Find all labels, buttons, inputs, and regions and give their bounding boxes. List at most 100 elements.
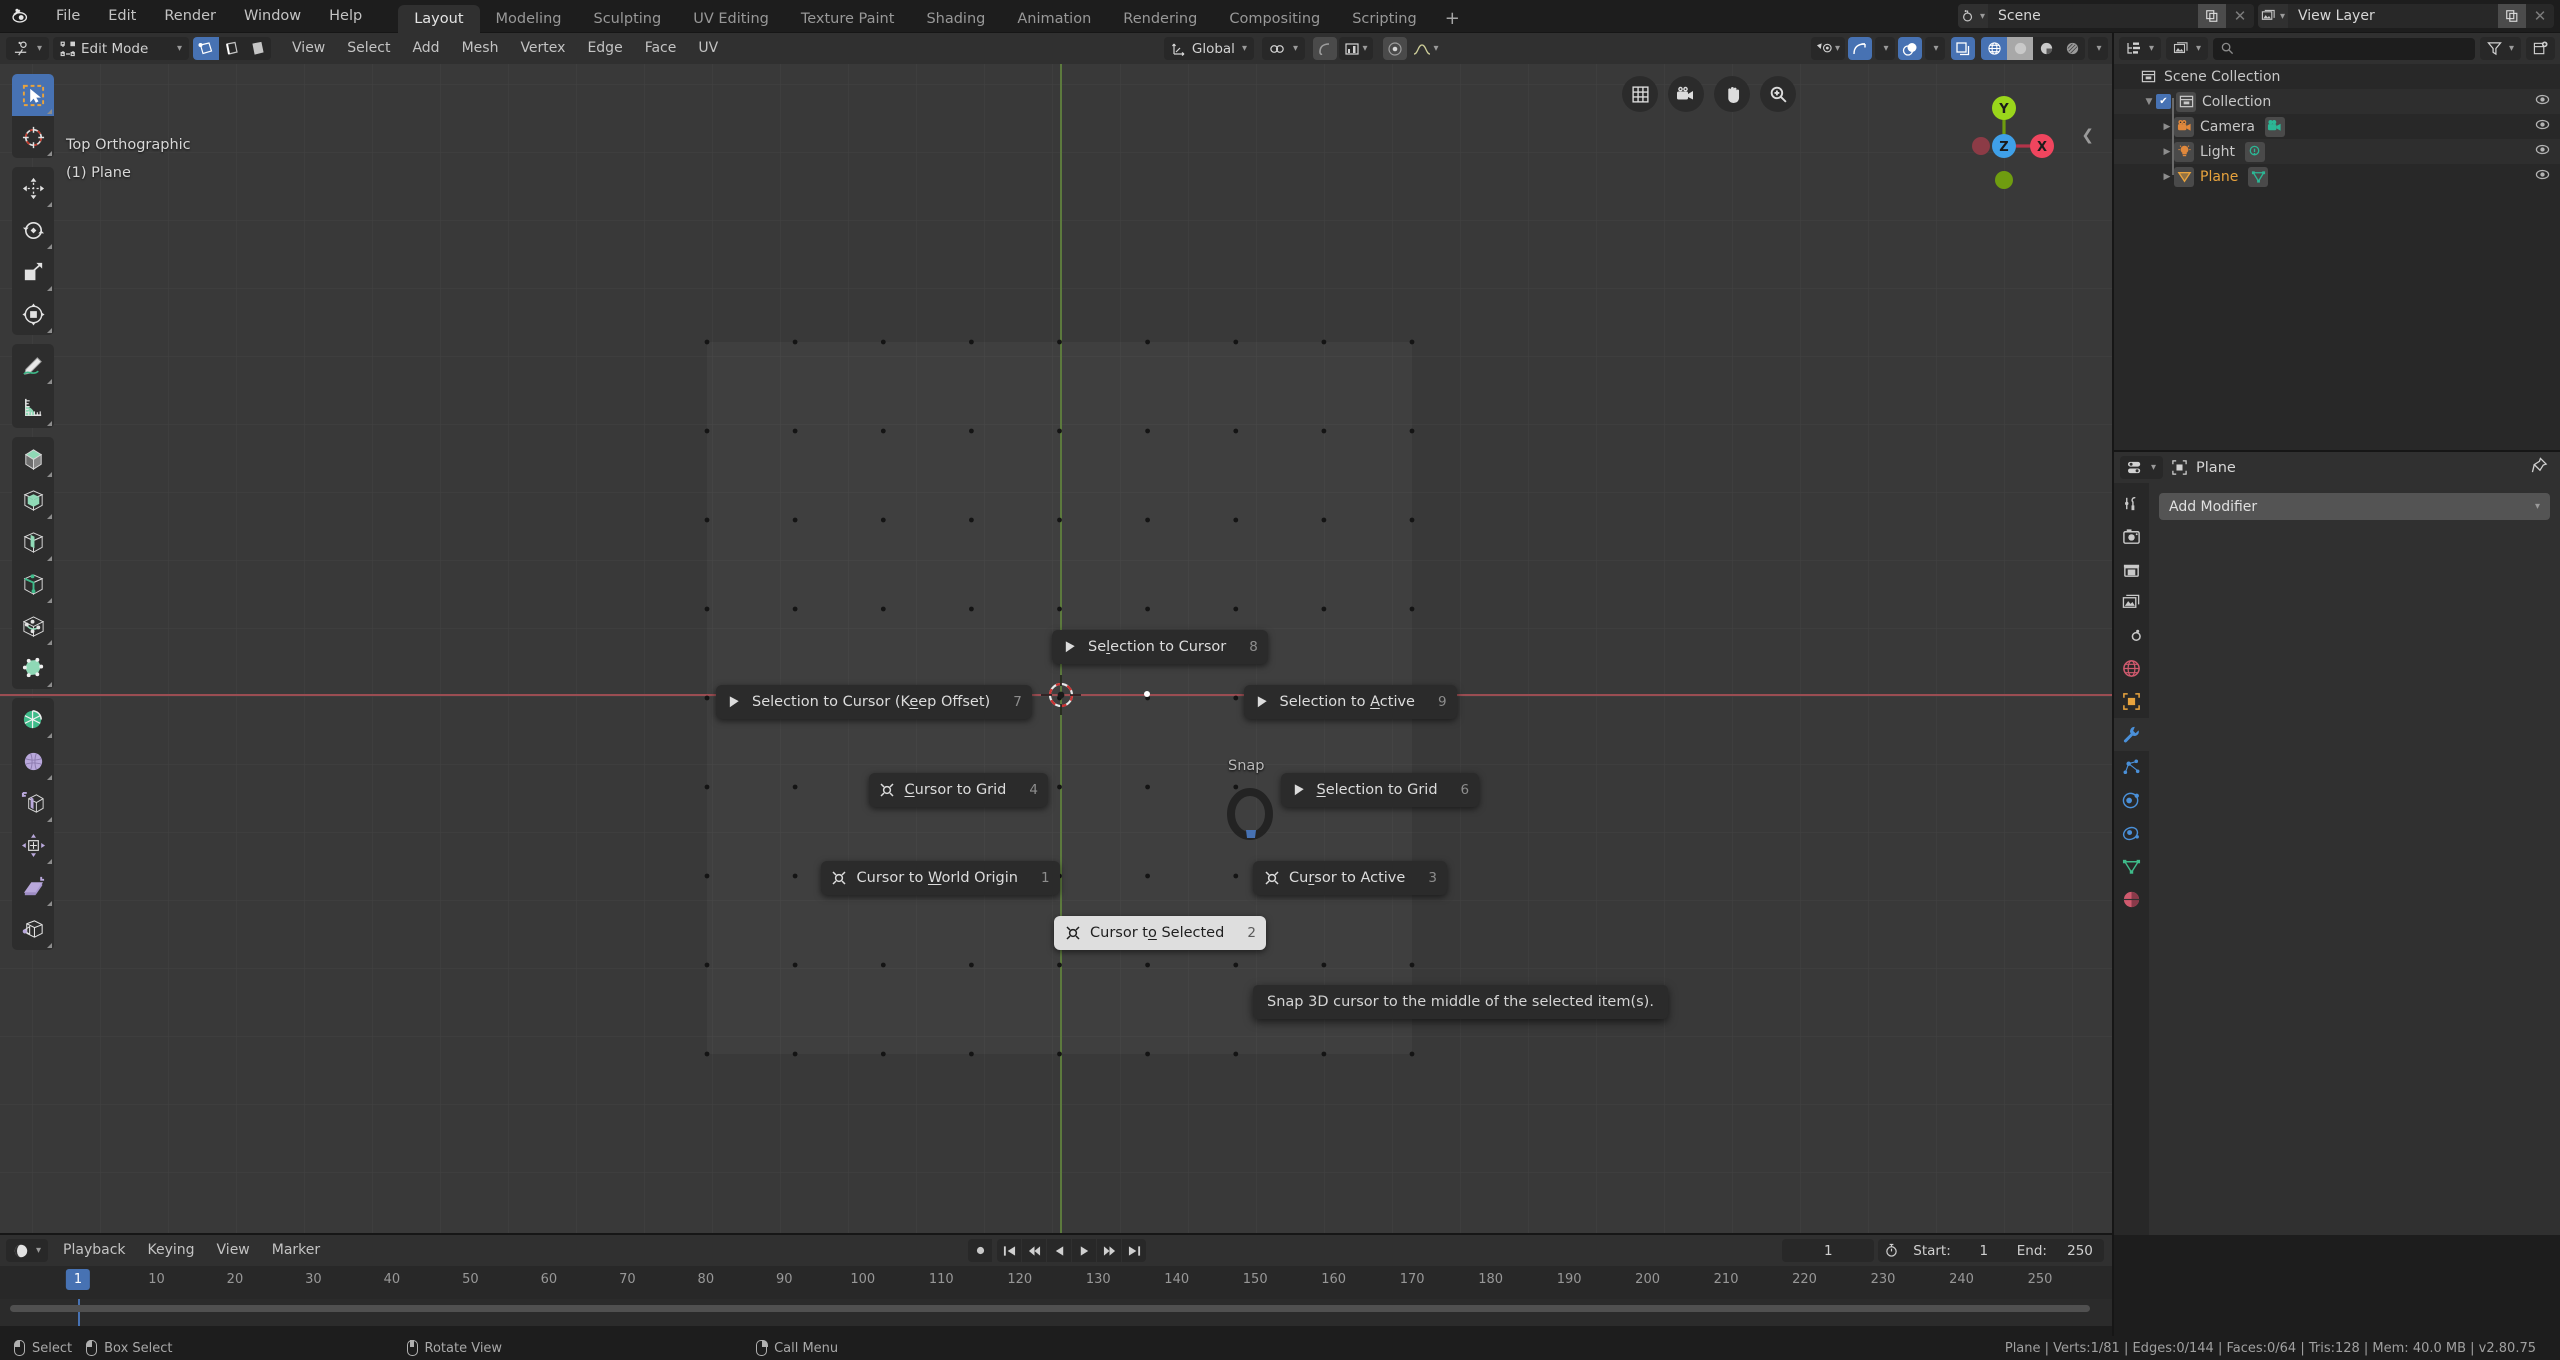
overlay-options-chevron-icon[interactable]: ▾: [1925, 37, 1945, 60]
object-type-visibility-icon[interactable]: ▾: [1811, 37, 1845, 60]
hide-in-viewport-icon[interactable]: [2535, 142, 2550, 161]
edge-select-mode-button[interactable]: [219, 37, 246, 60]
light-data-icon[interactable]: [2244, 141, 2265, 162]
timeline-ruler[interactable]: 10 20 30 40 50 60 70 80 90 100 110 120 130 140 150 160 1…: [0, 1266, 2114, 1299]
rendered-shading-button[interactable]: [2059, 37, 2085, 60]
workspace-tab-scripting[interactable]: Scripting: [1336, 5, 1432, 33]
viewport-menu-mesh[interactable]: Mesh: [451, 37, 510, 60]
pie-item-cursor-to-world-origin[interactable]: Cursor to World Origin 1: [820, 861, 1060, 895]
snapping-toggle[interactable]: ▾: [1261, 37, 1305, 60]
top-menu-help[interactable]: Help: [315, 4, 376, 28]
tool-inset-faces-tool[interactable]: [12, 479, 54, 521]
pie-item-selection-to-cursor[interactable]: Selection to Cursor 8: [1052, 630, 1268, 664]
workspace-tab-uv-editing[interactable]: UV Editing: [677, 5, 785, 33]
workspace-tab-layout[interactable]: Layout: [398, 4, 480, 33]
properties-data-tab[interactable]: [2114, 850, 2149, 883]
workspace-tab-texture-paint[interactable]: Texture Paint: [785, 5, 911, 33]
tool-rotate-tool[interactable]: [12, 209, 54, 251]
timeline-editor-type-selector[interactable]: ▾: [6, 1239, 49, 1262]
tool-move-tool[interactable]: [12, 167, 54, 209]
tool-knife-tool[interactable]: [12, 605, 54, 647]
falloff-curve-selector[interactable]: ▾: [1409, 37, 1443, 60]
properties-scene-tab[interactable]: [2114, 619, 2149, 652]
workspace-tab-rendering[interactable]: Rendering: [1107, 5, 1213, 33]
auto-keying-button[interactable]: [968, 1239, 992, 1262]
outliner-new-collection-button[interactable]: [2526, 37, 2555, 60]
outliner-row-light[interactable]: ▶ Light: [2114, 139, 2560, 164]
tool-loop-cut-tool[interactable]: [12, 563, 54, 605]
properties-view-layer-tab[interactable]: [2114, 586, 2149, 619]
interaction-mode-selector[interactable]: Edit Mode ▾: [53, 37, 190, 60]
pie-item-cursor-to-grid[interactable]: Cursor to Grid 4: [868, 773, 1048, 807]
shading-options-chevron-icon[interactable]: ▾: [2088, 37, 2108, 60]
tool-spin-tool[interactable]: [12, 698, 54, 740]
view-axis-gizmo[interactable]: Y X Z: [1934, 76, 2074, 216]
tool-rip-region-tool[interactable]: [12, 908, 54, 950]
camera-data-icon[interactable]: [2264, 116, 2285, 137]
editor-separator-outliner-props[interactable]: [2114, 450, 2560, 452]
tool-shear-tool[interactable]: [12, 866, 54, 908]
blender-logo-icon[interactable]: [0, 0, 42, 33]
properties-modifier-tab[interactable]: [2114, 718, 2149, 751]
scene-browse-icon[interactable]: ▾: [1958, 4, 1988, 28]
top-menu-window[interactable]: Window: [230, 4, 315, 28]
use-preview-range-icon[interactable]: [1878, 1243, 1904, 1258]
pin-id-icon[interactable]: [2531, 457, 2548, 478]
face-select-mode-button[interactable]: [245, 37, 272, 60]
viewport-menu-face[interactable]: Face: [634, 37, 688, 60]
toggle-grid-icon[interactable]: [1622, 76, 1658, 112]
viewport-menu-select[interactable]: Select: [336, 37, 401, 60]
play-button[interactable]: [1072, 1239, 1096, 1262]
tool-edge-slide-tool[interactable]: [12, 782, 54, 824]
workspace-tab-sculpting[interactable]: Sculpting: [577, 5, 677, 33]
outliner-row-collection[interactable]: ▼ ✔ Collection: [2114, 89, 2560, 114]
workspace-tab-shading[interactable]: Shading: [910, 5, 1001, 33]
jump-to-start-button[interactable]: [997, 1239, 1021, 1262]
viewport-menu-view[interactable]: View: [281, 37, 336, 60]
hide-in-viewport-icon[interactable]: [2535, 167, 2550, 186]
tool-extrude-region-tool[interactable]: [12, 437, 54, 479]
tool-shrink-fatten-tool[interactable]: [12, 824, 54, 866]
tool-smooth-tool[interactable]: [12, 740, 54, 782]
mesh-data-icon[interactable]: [2248, 166, 2269, 187]
jump-to-end-button[interactable]: [1122, 1239, 1146, 1262]
gizmo-options-chevron-icon[interactable]: ▾: [1875, 37, 1895, 60]
timeline-menu-marker[interactable]: Marker: [261, 1239, 331, 1262]
pie-item-selection-to-active[interactable]: Selection to Active 9: [1243, 685, 1457, 719]
camera-view-icon[interactable]: [1668, 76, 1704, 112]
tool-cursor-tool[interactable]: [12, 116, 54, 158]
tool-poly-build-tool[interactable]: [12, 647, 54, 689]
add-modifier-button[interactable]: Add Modifier ▾: [2159, 493, 2550, 520]
view-layer-browse-icon[interactable]: ▾: [2258, 4, 2288, 28]
timeline-playhead[interactable]: 1: [65, 1269, 91, 1290]
scene-name[interactable]: Scene: [1988, 8, 2198, 24]
top-menu-render[interactable]: Render: [150, 4, 230, 28]
properties-render-tab[interactable]: [2114, 520, 2149, 553]
viewport-menu-add[interactable]: Add: [401, 37, 450, 60]
outliner-row-scene-collection[interactable]: Scene Collection: [2114, 64, 2560, 89]
top-menu-file[interactable]: File: [42, 4, 94, 28]
start-frame-value[interactable]: 1: [1960, 1243, 2008, 1259]
hide-in-viewport-icon[interactable]: [2535, 92, 2550, 111]
outliner-editor-type-selector[interactable]: ▾: [2119, 37, 2162, 60]
scene-duplicate-icon[interactable]: [2198, 4, 2226, 28]
properties-tool-tab[interactable]: [2114, 487, 2149, 520]
end-frame-value[interactable]: 250: [2056, 1243, 2104, 1259]
3d-viewport[interactable]: Top Orthographic (1) Plane Y X Z ❮ Selec…: [0, 64, 2114, 1235]
transform-orientation-selector[interactable]: Global ▾: [1163, 37, 1254, 60]
proportional-edit-toggle[interactable]: [1313, 37, 1337, 60]
play-reverse-button[interactable]: [1047, 1239, 1071, 1262]
timeline-menu-keying[interactable]: Keying: [137, 1239, 206, 1262]
material-preview-shading-button[interactable]: [2033, 37, 2059, 60]
workspace-tab-animation[interactable]: Animation: [1001, 5, 1107, 33]
show-gizmo-toggle[interactable]: [1848, 37, 1872, 60]
outliner-row-camera[interactable]: ▶ Camera: [2114, 114, 2560, 139]
outliner-display-mode-selector[interactable]: ▾: [2166, 37, 2209, 60]
pie-item-selection-to-grid[interactable]: Selection to Grid 6: [1280, 773, 1480, 807]
outliner-row-plane[interactable]: ▶ Plane: [2114, 164, 2560, 189]
toggle-xray-button[interactable]: [1951, 37, 1975, 60]
show-overlays-toggle[interactable]: [1898, 37, 1922, 60]
scene-unlink-icon[interactable]: ✕: [2226, 4, 2254, 28]
workspace-tab-compositing[interactable]: Compositing: [1213, 5, 1336, 33]
view-layer-duplicate-icon[interactable]: [2498, 4, 2526, 28]
